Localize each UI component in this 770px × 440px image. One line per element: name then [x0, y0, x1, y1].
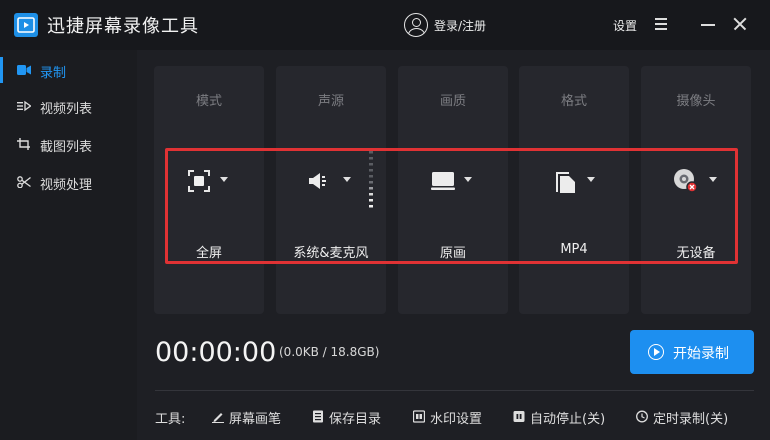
chevron-down-icon — [587, 177, 595, 182]
chevron-down-icon — [220, 177, 228, 182]
sidebar-item-record[interactable]: 录制 — [0, 53, 137, 87]
chevron-down-icon — [464, 177, 472, 182]
sidebar-item-label: 视频处理 — [40, 178, 93, 193]
play-circle-icon — [648, 344, 664, 360]
sidebar-item-label: 截图列表 — [40, 140, 93, 155]
webcam-icon — [674, 169, 698, 193]
option-header: 模式 — [195, 94, 222, 109]
user-avatar-icon — [404, 13, 428, 37]
monitor-icon — [431, 172, 455, 190]
option-value: 全屏 — [195, 246, 222, 261]
pen-icon — [212, 413, 224, 423]
file-icon — [556, 172, 575, 193]
menu-icon[interactable] — [650, 13, 672, 35]
option-header: 格式 — [560, 94, 587, 109]
option-card-audio[interactable]: 声源 系统&麦克风 — [276, 66, 386, 314]
tools-label: 工具: — [155, 412, 186, 427]
sidebar-item-video-list[interactable]: 视频列表 — [0, 89, 137, 123]
chevron-down-icon — [343, 177, 351, 182]
speaker-icon — [309, 173, 326, 189]
minimize-icon[interactable] — [697, 13, 719, 35]
screenshot-list-icon — [17, 138, 30, 150]
settings-button[interactable]: 设置 — [613, 17, 637, 34]
folder-icon — [313, 410, 323, 423]
video-list-icon — [17, 100, 31, 112]
clock-icon — [636, 410, 648, 423]
option-value: 原画 — [439, 246, 466, 261]
option-card-mode[interactable]: 模式 全屏 — [154, 66, 264, 314]
start-recording-label: 开始录制 — [673, 346, 729, 362]
start-recording-button[interactable]: 开始录制 — [630, 330, 754, 374]
sidebar-item-label: 视频列表 — [40, 102, 93, 117]
recording-timer: 00:00:00 — [155, 337, 277, 368]
option-value: 无设备 — [676, 246, 716, 261]
option-value: MP4 — [560, 242, 588, 257]
auto-stop-icon — [513, 411, 525, 422]
mode-selector[interactable] — [154, 166, 264, 196]
format-selector[interactable] — [519, 166, 629, 196]
login-button[interactable]: 登录/注册 — [404, 12, 486, 38]
sidebar: 录制 视频列表 截图列表 视频处理 — [0, 50, 137, 440]
option-header: 画质 — [439, 94, 466, 109]
file-size-info: (0.0KB / 18.8GB) — [279, 345, 380, 359]
option-header: 声源 — [317, 94, 344, 109]
divider — [155, 390, 754, 391]
sidebar-item-label: 录制 — [40, 66, 67, 81]
quality-selector[interactable] — [398, 166, 508, 196]
watermark-icon — [413, 410, 425, 423]
video-camera-icon — [17, 65, 31, 75]
login-label: 登录/注册 — [434, 18, 487, 33]
main-panel: 模式 全屏 声源 系统&麦克风 画质 原画 格式 MP4 摄像头 无设备 00:… — [137, 50, 770, 440]
volume-level-meter — [369, 151, 373, 208]
option-header: 摄像头 — [676, 94, 716, 109]
option-value: 系统&麦克风 — [293, 246, 369, 261]
option-card-quality[interactable]: 画质 原画 — [398, 66, 508, 314]
app-title: 迅捷屏幕录像工具 — [47, 16, 199, 37]
app-logo-icon — [14, 13, 38, 37]
chevron-down-icon — [709, 177, 717, 182]
fullscreen-icon — [188, 170, 210, 192]
title-bar: 迅捷屏幕录像工具 登录/注册 设置 — [0, 0, 770, 50]
sidebar-item-screenshot-list[interactable]: 截图列表 — [0, 127, 137, 161]
option-card-webcam[interactable]: 摄像头 无设备 — [641, 66, 751, 314]
video-process-icon — [17, 176, 31, 188]
sidebar-item-video-process[interactable]: 视频处理 — [0, 165, 137, 199]
option-card-format[interactable]: 格式 MP4 — [519, 66, 629, 314]
webcam-selector[interactable] — [641, 166, 751, 196]
close-icon[interactable] — [729, 13, 751, 35]
